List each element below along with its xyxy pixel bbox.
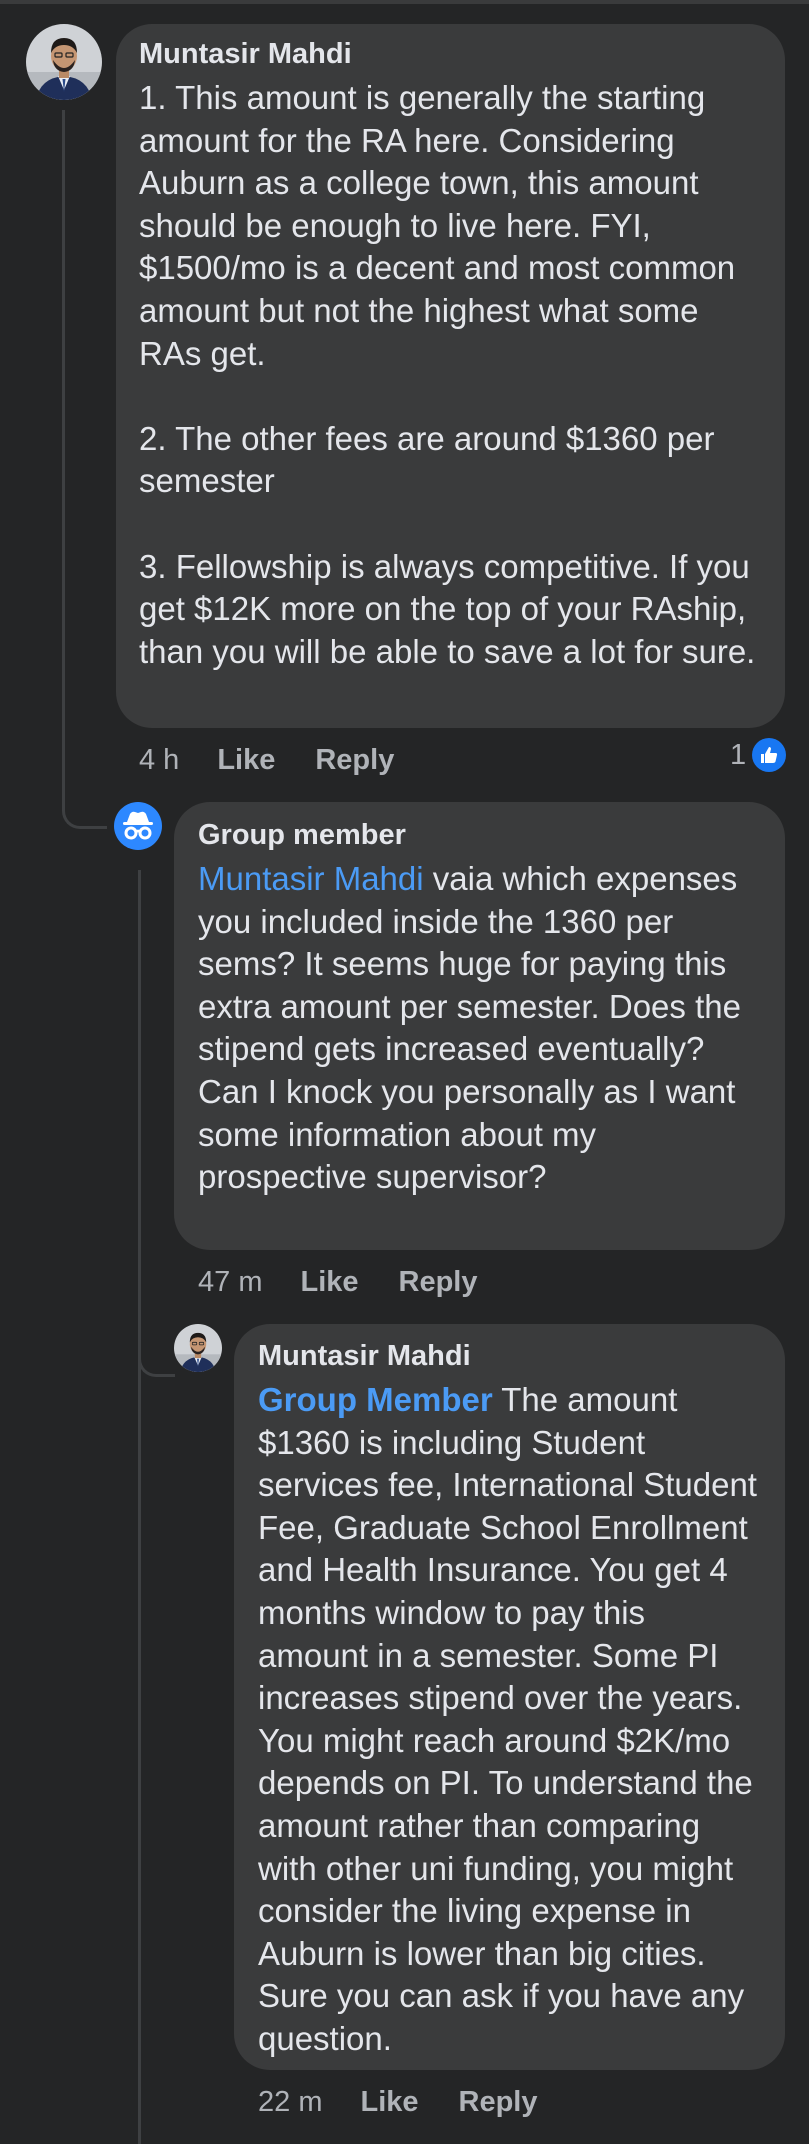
reply-button[interactable]: Reply: [399, 1266, 478, 1299]
thread-line-main: [62, 110, 65, 800]
like-button[interactable]: Like: [300, 1266, 358, 1299]
top-divider: [0, 0, 809, 4]
profile-photo: [26, 24, 102, 100]
comment-bubble-3: Muntasir Mahdi Group Member The amount $…: [234, 1324, 785, 2070]
comment-actions-1: 4 h Like Reply: [139, 742, 434, 778]
mention-link[interactable]: Muntasir Mahdi: [198, 860, 424, 897]
comment-paragraph-2: 2. The other fees are around $1360 per s…: [139, 419, 715, 500]
profile-photo: [174, 1324, 222, 1372]
comment-body: The amount $1360 is including Student se…: [258, 1381, 757, 2057]
comment-bubble-2: Group member Muntasir Mahdi vaia which e…: [174, 802, 785, 1250]
avatar-muntasir-mahdi[interactable]: [26, 24, 102, 100]
comment-paragraph-3: 3. Fellowship is always competitive. If …: [139, 547, 756, 670]
comment-timestamp[interactable]: 22 m: [258, 2086, 322, 2119]
comment-actions-3: 22 m Like Reply: [258, 2084, 578, 2120]
comment-body: vaia which expenses you included inside …: [198, 860, 741, 1196]
comment-text: Muntasir Mahdi vaia which expenses you i…: [198, 858, 761, 1199]
comment-actions-2: 47 m Like Reply: [198, 1264, 518, 1300]
comment-text: 1. This amount is generally the starting…: [139, 77, 761, 673]
reaction-count: 1: [730, 738, 747, 771]
comment-text: Group Member The amount $1360 is includi…: [258, 1379, 761, 2061]
reply-button[interactable]: Reply: [315, 744, 394, 777]
like-button[interactable]: Like: [360, 2086, 418, 2119]
avatar-muntasir-mahdi[interactable]: [174, 1324, 222, 1372]
comment-author[interactable]: Group member: [198, 818, 761, 852]
thread-connector-reply-1: [62, 780, 107, 829]
comment-author[interactable]: Muntasir Mahdi: [139, 37, 761, 71]
comment-paragraph-1: 1. This amount is generally the starting…: [139, 79, 736, 372]
reply-button[interactable]: Reply: [459, 2086, 538, 2119]
like-button[interactable]: Like: [217, 744, 275, 777]
avatar-group-member[interactable]: [114, 802, 162, 850]
thread-line-reply-1: [138, 870, 141, 2144]
reaction-summary[interactable]: 1: [730, 737, 787, 773]
comment-timestamp[interactable]: 47 m: [198, 1266, 262, 1299]
comment-timestamp[interactable]: 4 h: [139, 744, 179, 777]
comment-bubble-1: Muntasir Mahdi 1. This amount is general…: [116, 24, 785, 728]
mention-link[interactable]: Group Member: [258, 1381, 493, 1418]
comment-author[interactable]: Muntasir Mahdi: [258, 1339, 761, 1373]
thumbs-up-icon: [752, 738, 787, 772]
anonymous-icon: [123, 811, 153, 840]
thread-connector-reply-2: [138, 1330, 175, 1377]
